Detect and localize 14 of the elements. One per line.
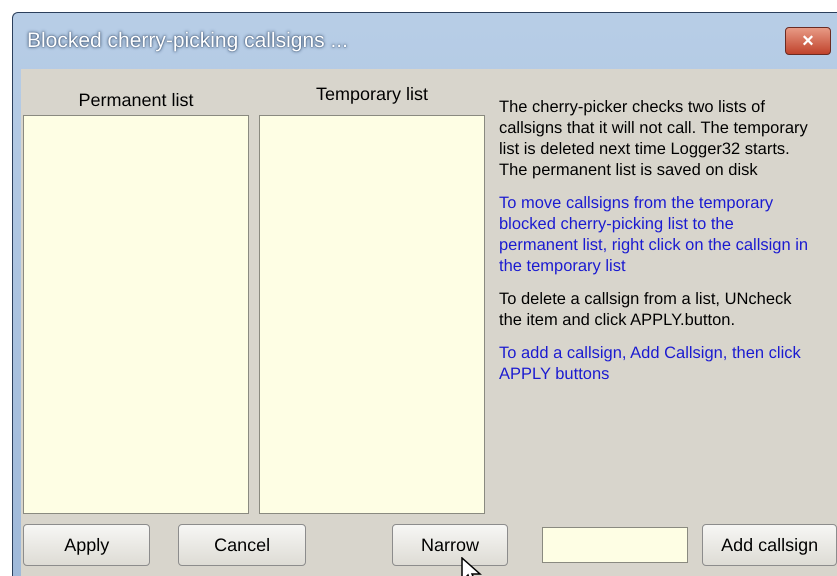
action-button[interactable]: Cancel [178,524,306,566]
help-text: To add a callsign, Add Callsign, then click APPLY buttons [499,343,802,385]
list-box[interactable] [259,115,485,514]
help-text: To move callsigns from the temporary blocked cherry-picking list to the permanent list, right click on the callsign in the temporary list [499,193,810,277]
help-text: To delete a callsign from a list, UNcheck the item and click APPLY.button. [499,289,793,331]
list-label: Temporary list [314,83,430,106]
list-label: Permanent list [77,89,195,112]
action-button[interactable]: Apply [23,524,150,566]
action-button[interactable]: Add callsign [702,524,837,566]
callsign-field[interactable] [542,527,688,563]
window-title: Blocked cherry-picking callsigns ... [27,29,348,53]
action-button[interactable]: Narrow [392,524,508,566]
list-box[interactable] [23,115,249,514]
help-text: The cherry-picker checks two lists of callsigns that it will not call. The temporary list is deleted next time Logger32 starts. The permanent list is saved on disk [499,97,809,181]
